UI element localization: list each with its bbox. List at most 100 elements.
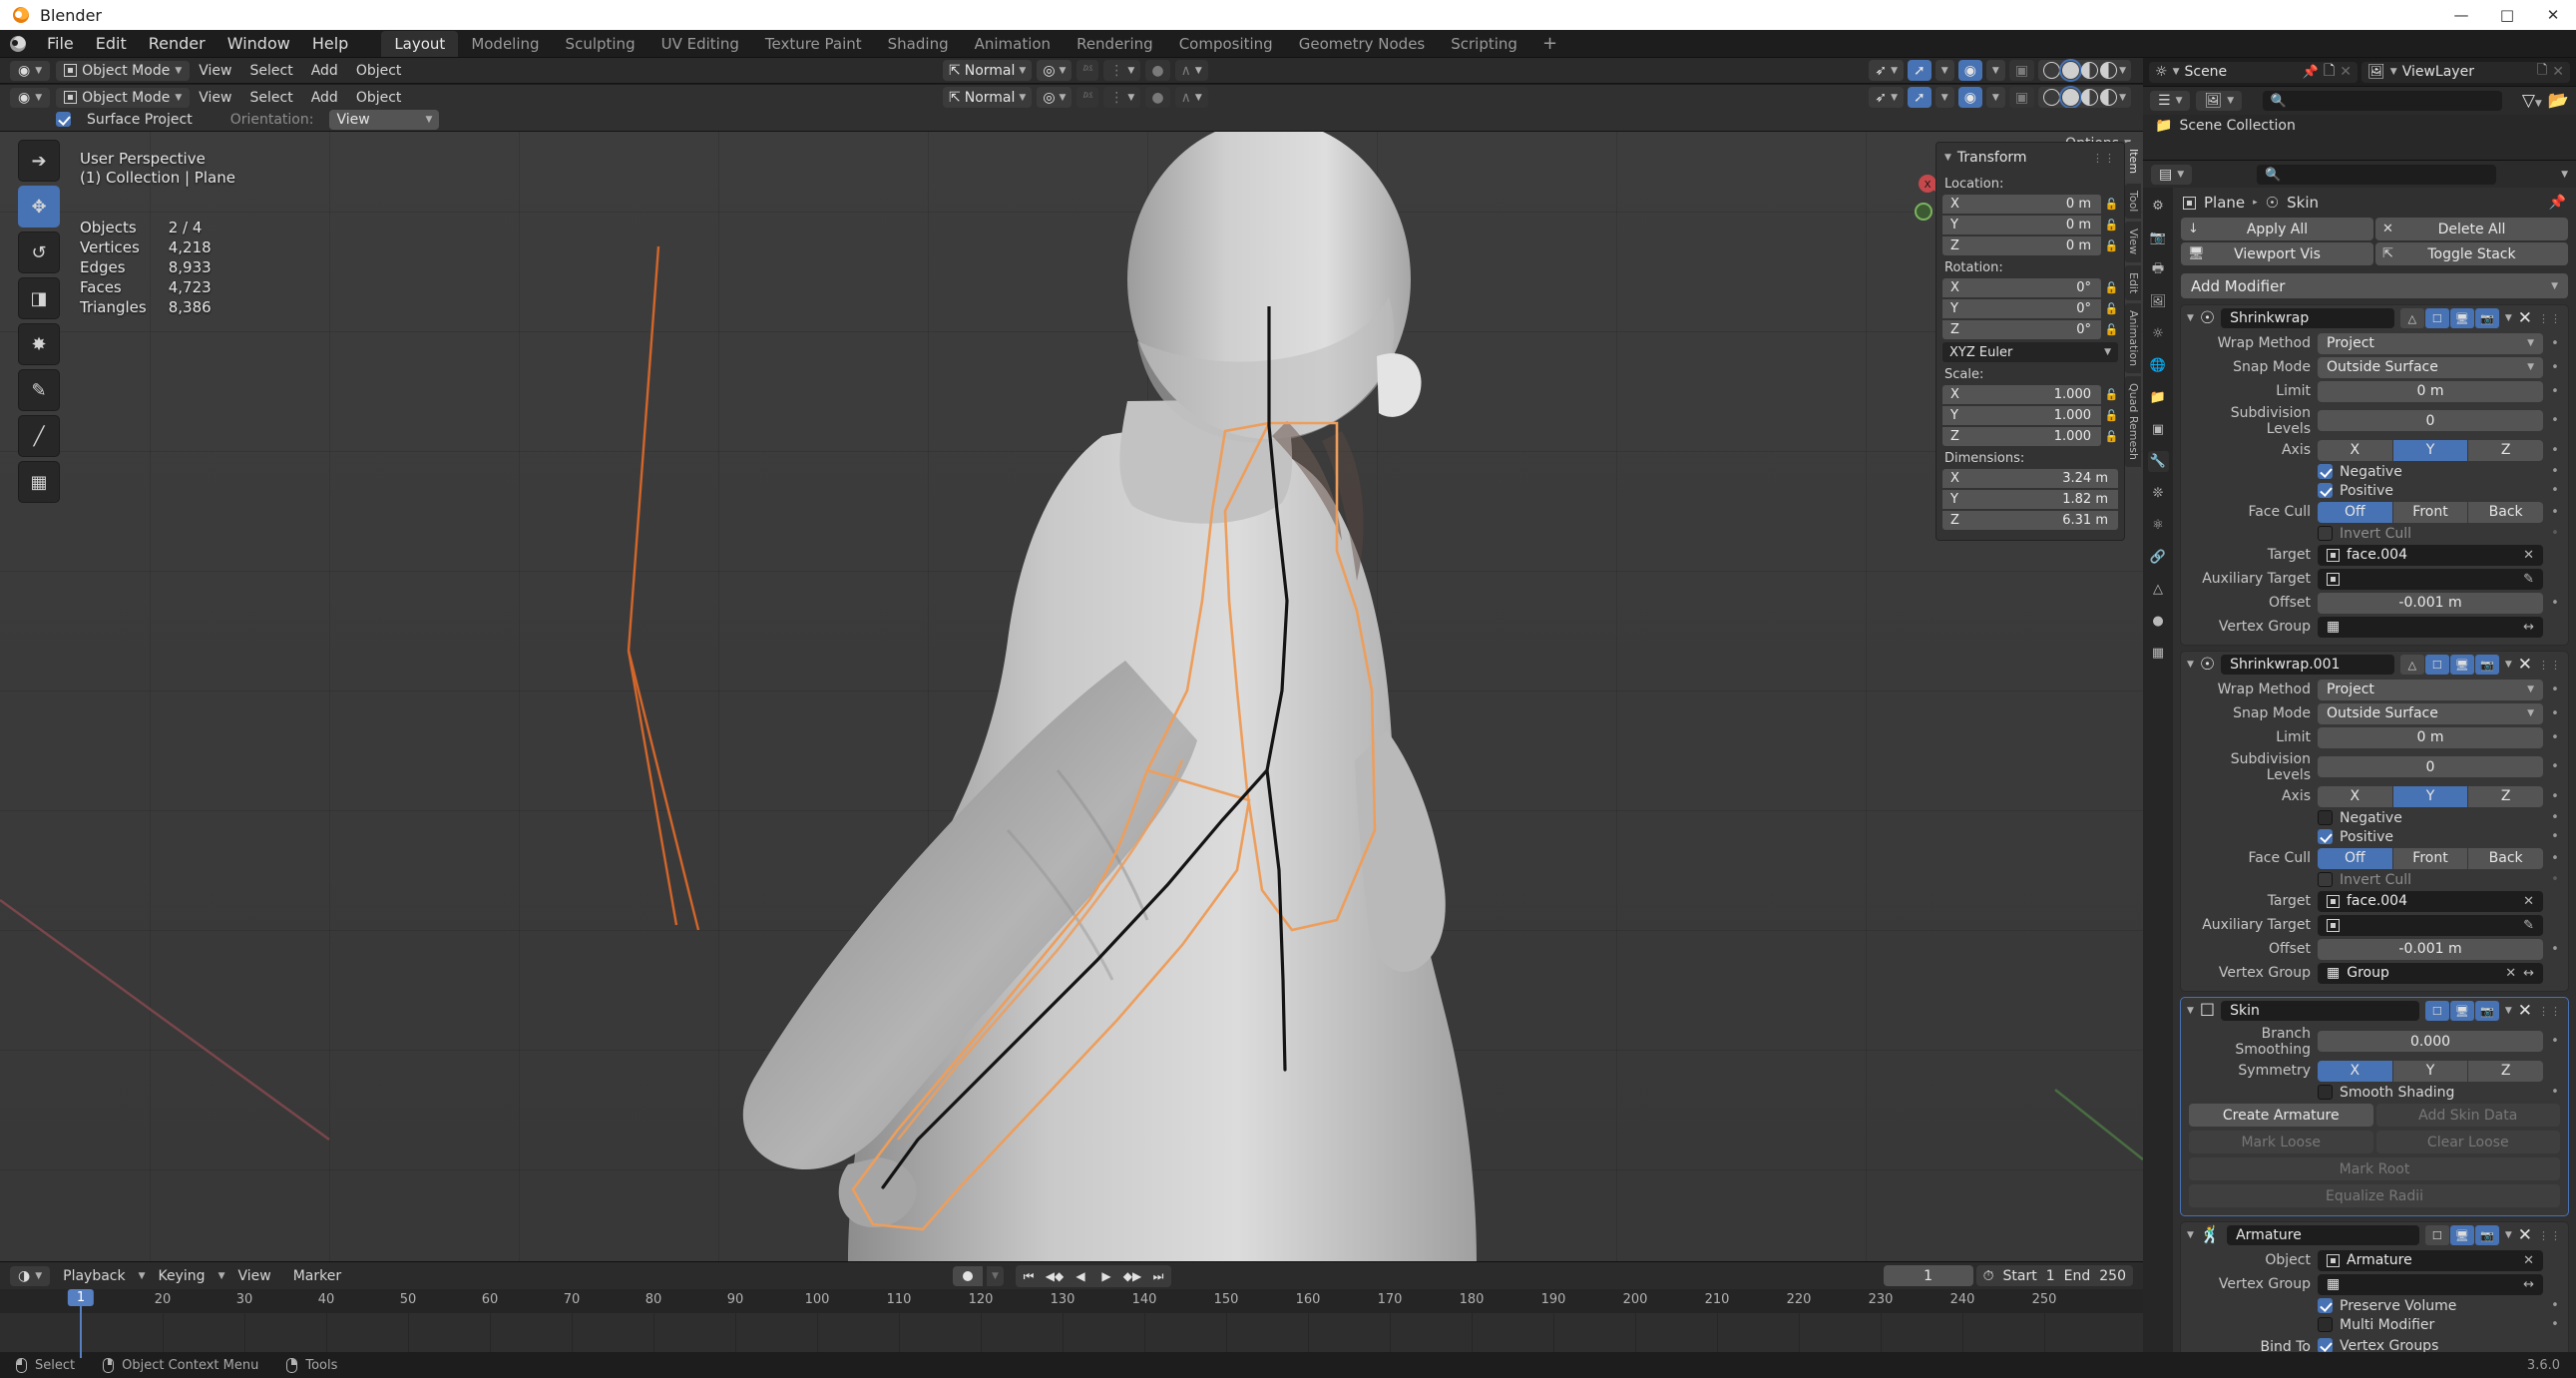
overlays-toggle-2[interactable]: ◉ (1957, 87, 1982, 108)
menu-render[interactable]: Render (138, 31, 216, 56)
animate-decorator[interactable]: • (2550, 505, 2560, 520)
animate-decorator[interactable]: • (2550, 706, 2560, 721)
viewport-menu-add[interactable]: Add (302, 61, 347, 81)
gizmo-toggle[interactable]: ➚ (1908, 60, 1932, 81)
face-cull-front-button[interactable]: Front (2392, 501, 2468, 523)
pivot-point-selector[interactable]: ◎ ▼ (1037, 60, 1073, 81)
vertex-groups-checkbox[interactable] (2318, 1338, 2333, 1353)
on-cage-toggle[interactable]: △ (2399, 308, 2424, 328)
scale-y-row[interactable]: Y 1.000 🔓 (1942, 406, 2118, 425)
outliner-search-input[interactable]: 🔍 (2262, 91, 2502, 111)
filter-icon[interactable]: ▽▼ (2522, 91, 2542, 111)
viewlayer-selector[interactable]: 🖼 ▼ ViewLayer 🗋 ✕ (2361, 61, 2570, 83)
outliner-editor-type[interactable]: ☰ ▼ (2150, 91, 2191, 111)
snap-toggle[interactable]: 𝄉 (1076, 60, 1099, 81)
negative-checkbox[interactable] (2318, 464, 2333, 479)
positive-checkbox[interactable] (2318, 829, 2333, 844)
edit-mode-toggle[interactable]: ☐ (2424, 655, 2449, 675)
gizmo-toggle-2[interactable]: ➚ (1908, 87, 1932, 108)
clear-object-icon[interactable]: ✕ (2523, 1253, 2534, 1268)
render-toggle[interactable]: 📷 (2474, 1001, 2499, 1021)
axis-x-button[interactable]: X (2318, 785, 2392, 807)
realtime-toggle[interactable]: 🖥 (2449, 1001, 2474, 1021)
subdivision-levels-field[interactable]: 0 (2318, 756, 2543, 777)
tab-object-data[interactable]: △ (2148, 579, 2169, 600)
timeline-menu-playback[interactable]: Playback (54, 1266, 134, 1286)
tab-compositing[interactable]: Compositing (1166, 31, 1286, 57)
animate-decorator[interactable]: • (2550, 683, 2560, 697)
wrap-method-dropdown[interactable]: Project ▼ (2318, 679, 2543, 700)
n-tab-quad-remesh[interactable]: Quad Remesh (2125, 375, 2141, 467)
overlay-settings-2[interactable]: ▼ (1985, 87, 2005, 108)
delete-scene-icon[interactable]: ✕ (2340, 64, 2352, 80)
properties-options-chevron[interactable]: ▼ (2561, 170, 2568, 180)
solid-shading-icon[interactable] (2059, 86, 2083, 109)
animate-decorator[interactable]: • (2550, 360, 2560, 375)
invert-vertex-group-icon[interactable]: ↔ (2523, 620, 2534, 635)
animate-decorator[interactable]: • (2550, 942, 2560, 957)
gizmo-settings-2[interactable]: ▼ (1934, 87, 1954, 108)
animate-decorator[interactable]: • (2550, 1298, 2560, 1313)
animate-decorator[interactable]: • (2550, 413, 2560, 428)
realtime-toggle[interactable]: 🖥 (2449, 308, 2474, 328)
editor-type-selector-2[interactable]: ◉ ▼ (10, 87, 51, 108)
add-workspace-button[interactable]: + (1530, 31, 1569, 56)
auto-keying-button[interactable] (953, 1266, 983, 1286)
lock-icon[interactable]: 🔓 (2105, 239, 2119, 252)
viewport-menu-view[interactable]: View (190, 61, 240, 81)
n-tab-tool[interactable]: Tool (2125, 184, 2141, 220)
gizmo-settings[interactable]: ▼ (1934, 60, 1954, 81)
lock-icon[interactable]: 🔓 (2105, 302, 2119, 315)
timeline-menu-view[interactable]: View (228, 1266, 279, 1286)
delete-viewlayer-icon[interactable]: ✕ (2552, 64, 2564, 80)
grip-dots-icon[interactable]: ⋮⋮ (2538, 659, 2562, 672)
viewport-vis-button[interactable]: 🖥 Viewport Vis (2181, 242, 2373, 265)
tab-geometry-nodes[interactable]: Geometry Nodes (1286, 31, 1439, 57)
animate-decorator[interactable]: • (2550, 851, 2560, 866)
pin-icon[interactable]: 📌 (2549, 195, 2566, 211)
lock-icon[interactable]: 🔓 (2105, 198, 2119, 211)
animate-decorator[interactable]: • (2550, 730, 2560, 745)
wrap-method-dropdown[interactable]: Project ▼ (2318, 332, 2543, 354)
playhead-frame-label[interactable]: 1 (67, 1289, 95, 1306)
breadcrumb-object[interactable]: Plane (2204, 194, 2245, 212)
play-reverse-button[interactable]: ◀ (1068, 1265, 1093, 1287)
surface-project-checkbox[interactable] (56, 112, 71, 127)
face-cull-off-button[interactable]: Off (2318, 501, 2392, 523)
limit-field[interactable]: 0 m (2318, 726, 2543, 748)
tab-output[interactable]: 🖶 (2148, 259, 2169, 280)
viewport-menu-select-2[interactable]: Select (241, 88, 302, 108)
collapse-chevron-icon[interactable]: ▼ (2187, 1006, 2194, 1016)
snap-toggle-2[interactable]: 𝄉 (1076, 87, 1099, 108)
negative-checkbox[interactable] (2318, 810, 2333, 825)
animate-decorator[interactable]: • (2550, 483, 2560, 498)
delete-modifier-icon[interactable]: ✕ (2518, 1001, 2532, 1021)
animate-decorator[interactable]: • (2550, 464, 2560, 479)
lock-icon[interactable]: 🔓 (2105, 219, 2119, 231)
viewport-menu-select[interactable]: Select (241, 61, 302, 81)
create-armature-button[interactable]: Create Armature (2189, 1104, 2373, 1127)
auxiliary-target-field[interactable]: ✎ (2318, 914, 2543, 936)
snap-settings-2[interactable]: ⋮ ▼ (1103, 87, 1141, 108)
render-toggle[interactable]: 📷 (2474, 308, 2499, 328)
object-mode-selector-2[interactable]: Object Mode ▼ (56, 87, 191, 108)
animate-decorator[interactable]: • (2550, 829, 2560, 844)
material-preview-icon[interactable] (2081, 89, 2099, 106)
start-frame-value[interactable]: 1 (2046, 1268, 2055, 1284)
object-type-visibility[interactable]: ➶ ▼ (1869, 60, 1905, 81)
outliner-row-scene-collection[interactable]: 📁 Scene Collection (2143, 115, 2576, 134)
animate-decorator[interactable]: • (2550, 810, 2560, 825)
rotate-tool[interactable]: ↺ (18, 231, 60, 273)
current-frame-field[interactable]: 1 (1883, 1265, 1973, 1286)
tab-animation[interactable]: Animation (962, 31, 1064, 57)
n-panel-title-row[interactable]: ▼ Transform ⋮⋮ (1942, 148, 2118, 172)
vertex-group-field[interactable]: ▦ ↔ (2318, 616, 2543, 638)
axis-z-button[interactable]: Z (2468, 785, 2544, 807)
apply-all-button[interactable]: ↓ Apply All (2181, 218, 2373, 240)
target-object-field[interactable]: face.004 ✕ (2318, 544, 2543, 566)
lock-icon[interactable]: 🔓 (2105, 281, 2119, 294)
animate-decorator[interactable]: • (2550, 789, 2560, 804)
modifier-extras-icon[interactable]: ▼ (2505, 1006, 2512, 1016)
timeline-ruler[interactable]: 10 20 30 40 50 60 70 80 90 100 110 120 1… (0, 1289, 2143, 1313)
modifier-name-field[interactable]: Shrinkwrap.001 (2221, 655, 2394, 675)
